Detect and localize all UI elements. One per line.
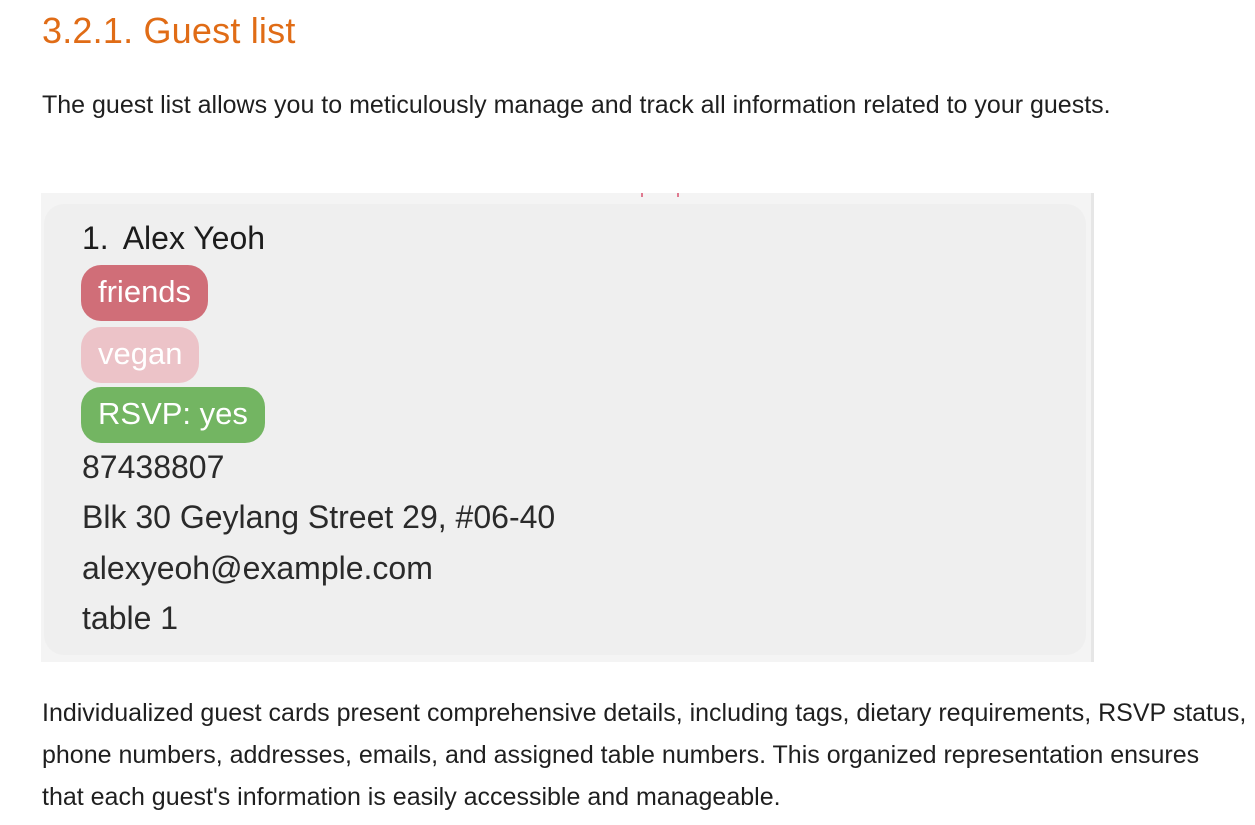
decorative-mark [641,193,643,197]
intro-paragraph: The guest list allows you to meticulousl… [42,91,1111,119]
guest-email: alexyeoh@example.com [82,550,433,586]
tag-friends: friends [81,265,209,321]
guest-address: Blk 30 Geylang Street 29, #06-40 [82,499,556,535]
description-paragraph: Individualized guest cards present compr… [42,699,1247,811]
guest-card[interactable]: 1. Alex Yeoh friends vegan RSVP: yes 8743… [44,204,1086,655]
guest-phone: 87438807 [82,449,225,485]
guest-card-screenshot: 1. Alex Yeoh friends vegan RSVP: yes 8743… [41,193,1094,662]
guest-index: 1. [82,220,109,256]
tag-rsvp-status: RSVP: yes [81,387,265,443]
guest-table: table 1 [82,600,179,636]
section-heading: 3.2.1. Guest list [42,10,296,51]
tag-dietary-vegan: vegan [81,327,200,383]
guest-name: Alex Yeoh [122,220,266,256]
guest-name-row: 1. Alex Yeoh [82,220,265,257]
decorative-mark [677,193,679,197]
screenshot-edge [1091,193,1094,662]
